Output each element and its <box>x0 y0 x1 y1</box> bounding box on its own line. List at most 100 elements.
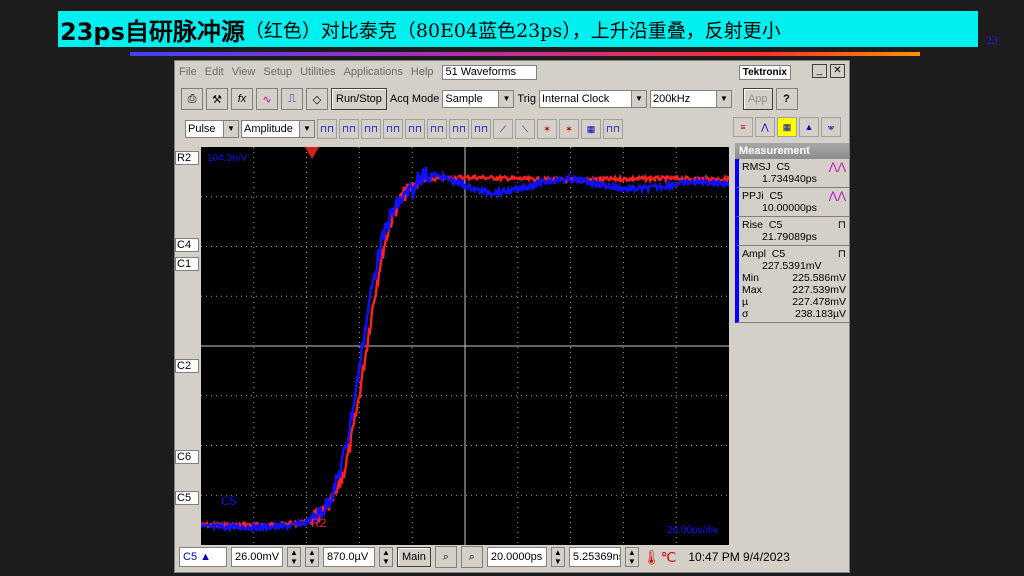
meas-channel: C5 <box>768 219 783 231</box>
channel-marker-c5[interactable]: C5 <box>175 491 199 505</box>
menu-view[interactable]: View <box>232 66 256 78</box>
channel-marker-c6[interactable]: C6 <box>175 450 199 464</box>
jitter-meas-icon[interactable]: ✶ <box>559 119 579 139</box>
grid-meas-icon[interactable]: ▦ <box>581 119 601 139</box>
stat-sigma-label: σ <box>742 308 749 320</box>
stat-min: 225.586mV <box>792 272 846 284</box>
pulse-meas-icon[interactable]: ⊓⊓ <box>405 119 425 139</box>
jitter-icon: ⋀⋀ <box>828 161 846 173</box>
lines-icon[interactable]: ≡ <box>733 117 753 137</box>
menu-setup[interactable]: Setup <box>263 66 292 78</box>
channel-marker-c1[interactable]: C1 <box>175 257 199 271</box>
stat-max-label: Max <box>742 284 762 296</box>
offset-value: 870.0µV <box>327 551 369 563</box>
run-stop-button[interactable]: Run/Stop <box>331 88 387 110</box>
position-field[interactable]: 5.25369ns <box>568 547 621 567</box>
channel-marker-c4[interactable]: C4 <box>175 238 199 252</box>
position-stepper[interactable]: ▲ ▼ <box>624 547 639 567</box>
pulse-meas-icon[interactable]: ⊓⊓ <box>317 119 337 139</box>
jitter-meas-icon[interactable]: ✶ <box>537 119 557 139</box>
menu-help[interactable]: Help <box>411 66 434 78</box>
scale-field[interactable]: 26.00mV <box>231 547 283 567</box>
pulse-meas-icon[interactable]: ⊓⊓ <box>339 119 359 139</box>
trig-source-value: Internal Clock <box>541 93 610 105</box>
meas-type-select[interactable]: Pulse ▼ <box>185 120 239 138</box>
menu-utilities[interactable]: Utilities <box>300 66 335 78</box>
page-number: 23 <box>986 33 998 47</box>
offset-field[interactable]: 870.0µV <box>323 547 375 567</box>
menu-applications[interactable]: Applications <box>344 66 403 78</box>
jitter-icon: ⋀⋀ <box>828 190 846 202</box>
grid-icon[interactable]: ▦ <box>777 117 797 137</box>
offset-stepper[interactable]: ▲ ▼ <box>379 547 393 567</box>
function-icon[interactable]: fx <box>231 88 253 110</box>
meas-value: 1.734940ps <box>762 173 817 185</box>
meas-name: RMSJ <box>742 161 771 173</box>
pulse-icon: ⊓ <box>837 219 846 231</box>
scale-stepper[interactable]: ▲ ▼ <box>305 547 319 567</box>
main-button[interactable]: Main <box>397 547 431 567</box>
measurement-ampl[interactable]: Ampl C5 ⊓ 227.5391mV Min 225.586mV Max 227.… <box>735 246 849 323</box>
thermometer-icon: 🌡℃ <box>642 548 677 565</box>
help-icon[interactable]: ? <box>775 88 798 110</box>
meas-value: 21.79089ps <box>762 231 817 243</box>
timebase-field[interactable]: 20.0000ps <box>486 547 547 567</box>
zoom-in-icon[interactable]: ⌕ <box>434 546 457 568</box>
waveform-math-icon[interactable]: ∿ <box>256 88 278 110</box>
position-value: 5.25369ns <box>572 551 621 563</box>
fall-meas-icon[interactable]: ⟍ <box>515 119 535 139</box>
acq-mode-select[interactable]: Sample ▼ <box>442 90 515 108</box>
chevron-down-icon: ▼ <box>223 121 238 137</box>
histogram-icon[interactable]: ▲ <box>799 117 819 137</box>
meas-channel: C5 <box>776 161 790 173</box>
channel-marker-r2[interactable]: R2 <box>175 151 199 165</box>
minimize-button[interactable]: _ <box>812 64 827 78</box>
print-icon[interactable]: ⎙ <box>181 88 203 110</box>
stat-mean-label: µ <box>742 296 749 308</box>
trig-source-select[interactable]: Internal Clock ▼ <box>538 90 647 108</box>
meas-name: Ampl <box>742 248 766 260</box>
meas-channel: C5 <box>769 190 783 202</box>
close-button[interactable]: ✕ <box>830 64 845 78</box>
rise-meas-icon[interactable]: ⟋ <box>493 119 513 139</box>
clock: 10:47 PM 9/4/2023 <box>688 550 790 564</box>
pulse-meas-icon[interactable]: ⊓⊓ <box>449 119 469 139</box>
pulse-meas-icon[interactable]: ⊓⊓ <box>603 119 623 139</box>
stat-min-label: Min <box>742 272 759 284</box>
status-bar: C5 ▲ 26.00mV ▲ ▼ ▲ ▼ 870.0µV ▲ ▼ Main ⌕ ⌕ 2… <box>177 543 849 571</box>
meas-sub-select[interactable]: Amplitude ▼ <box>241 120 315 138</box>
chevron-down-icon: ▼ <box>498 91 514 107</box>
measurement-ppji[interactable]: PPJi C5 ⋀⋀ 10.00000ps <box>735 188 849 217</box>
pulse-meas-icon[interactable]: ⊓⊓ <box>427 119 447 139</box>
eraser-icon[interactable]: ◇ <box>306 88 328 110</box>
chevron-down-icon: ▼ <box>299 121 314 137</box>
pulse-meas-icon[interactable]: ⊓⊓ <box>383 119 403 139</box>
channel-select[interactable]: C5 ▲ <box>179 547 227 567</box>
menu-file[interactable]: File <box>179 66 197 78</box>
zoom-out-icon[interactable]: ⌕ <box>460 546 483 568</box>
waveforms-count: 51 Waveforms <box>441 64 538 80</box>
scope-window: File Edit View Setup Utilities Applicati… <box>174 60 850 573</box>
scale-stepper[interactable]: ▲ ▼ <box>287 547 301 567</box>
bottom-readout: 26.00ps/div <box>667 525 718 536</box>
chevron-down-icon: ▼ <box>630 91 646 107</box>
trig-label: Trig <box>517 93 536 105</box>
measurement-rmsj[interactable]: RMSJ C5 ⋀⋀ 1.734940ps <box>735 159 849 188</box>
pulse-meas-icon[interactable]: ⊓⊓ <box>471 119 491 139</box>
measurement-rise[interactable]: Rise C5 ⊓ 21.79089ps <box>735 217 849 246</box>
menu-edit[interactable]: Edit <box>205 66 224 78</box>
app-button[interactable]: App <box>742 88 773 110</box>
waveform-display[interactable]: 104.3mV R2 C5 26.00ps/div <box>201 147 729 545</box>
stat-max: 227.539mV <box>792 284 846 296</box>
pulse-icon[interactable]: ⋀ <box>755 117 775 137</box>
acq-mode-label: Acq Mode <box>389 93 440 105</box>
tools-icon[interactable]: ⚒ <box>206 88 228 110</box>
trigger-marker-icon <box>305 147 319 159</box>
pulse-meas-icon[interactable]: ⊓⊓ <box>361 119 381 139</box>
eye-icon[interactable]: ⩖ <box>821 117 841 137</box>
autoset-icon[interactable]: ⎍ <box>281 88 303 110</box>
channel-marker-c2[interactable]: C2 <box>175 359 199 373</box>
meas-channel: C5 <box>771 248 786 260</box>
timebase-stepper[interactable]: ▲ ▼ <box>550 547 565 567</box>
frequency-select[interactable]: 200kHz ▼ <box>649 90 732 108</box>
